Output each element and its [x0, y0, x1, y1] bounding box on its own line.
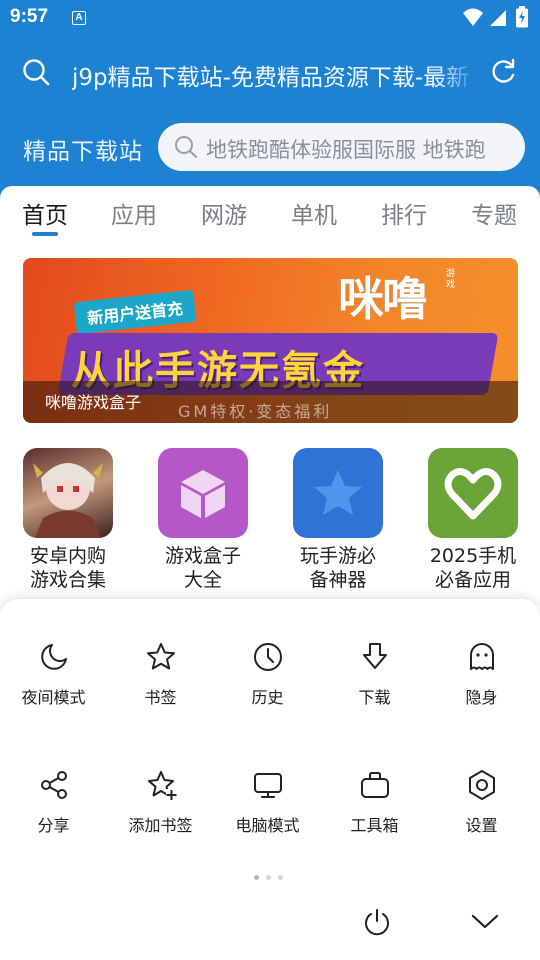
add-bookmark-icon	[148, 771, 177, 800]
menu-toolbox[interactable]: 工具箱	[321, 769, 428, 869]
menu-label: 工具箱	[350, 816, 399, 835]
monitor-icon	[254, 773, 282, 798]
menu-history[interactable]: 历史	[214, 641, 321, 741]
menu-share[interactable]: 分享	[0, 769, 107, 869]
power-icon[interactable]	[362, 907, 392, 937]
menu-label: 电脑模式	[235, 816, 300, 835]
clock-icon	[254, 643, 282, 671]
moon-icon	[41, 644, 67, 670]
menu-settings[interactable]: 设置	[428, 769, 535, 869]
menu-label: 历史	[251, 688, 284, 707]
page-dot	[278, 875, 283, 880]
menu-desktop-mode[interactable]: 电脑模式	[214, 769, 321, 869]
menu-label: 书签	[144, 688, 177, 707]
menu-label: 下载	[358, 688, 391, 707]
menu-add-bookmark[interactable]: 添加书签	[107, 769, 214, 869]
menu-night-mode[interactable]: 夜间模式	[0, 641, 107, 741]
browser-menu-sheet: 夜间模式 书签 历史 下载 隐身 分享 添加书签 电脑模式 工具箱 设置	[0, 599, 540, 960]
toolbox-icon	[361, 772, 389, 798]
settings-icon	[469, 770, 495, 800]
menu-label: 夜间模式	[21, 688, 86, 707]
menu-label: 分享	[37, 816, 70, 835]
menu-label: 添加书签	[128, 816, 193, 835]
page-dot	[266, 875, 271, 880]
share-icon	[41, 771, 67, 799]
download-icon	[363, 643, 387, 669]
star-outline-icon	[147, 643, 175, 670]
menu-download[interactable]: 下载	[321, 641, 428, 741]
ghost-icon	[470, 643, 494, 670]
page-dot	[254, 875, 259, 880]
menu-bookmarks[interactable]: 书签	[107, 641, 214, 741]
menu-label: 隐身	[465, 688, 498, 707]
menu-incognito[interactable]: 隐身	[428, 641, 535, 741]
chevron-down-icon[interactable]	[470, 911, 500, 931]
menu-label: 设置	[465, 816, 498, 835]
